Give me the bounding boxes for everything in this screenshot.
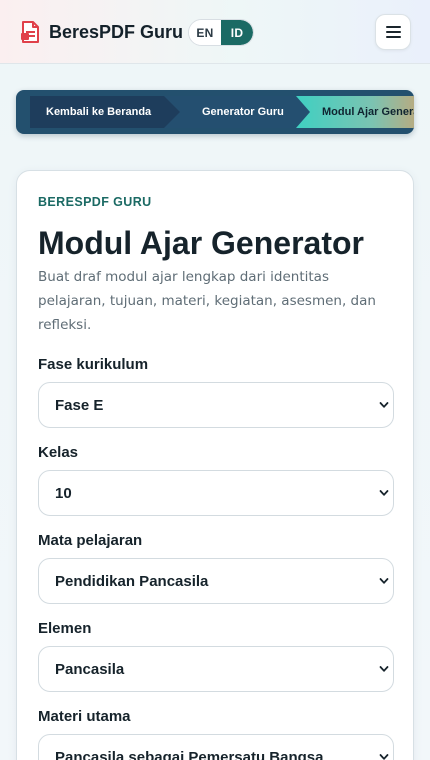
- chevron-down-icon: [379, 754, 389, 760]
- page-description: Buat draf modul ajar lengkap dari identi…: [38, 269, 376, 333]
- elemen-select[interactable]: Pancasila: [38, 646, 394, 692]
- materi-select-value: Pancasila sebagai Pemersatu Bangsa: [55, 748, 324, 760]
- materi-label: Materi utama: [38, 708, 131, 725]
- chevron-down-icon: [379, 666, 389, 672]
- hamburger-menu-icon-line: [385, 36, 401, 38]
- pdf-file-icon[interactable]: [20, 21, 40, 43]
- kelas-label: Kelas: [38, 444, 79, 461]
- menu-button[interactable]: [375, 14, 411, 50]
- breadcrumb: Kembali ke Beranda Generator Guru Modul …: [16, 90, 414, 134]
- lang-id-button[interactable]: ID: [221, 20, 253, 45]
- card-eyebrow: BERESPDF GURU: [38, 195, 152, 209]
- mapel-select[interactable]: Pendidikan Pancasila: [38, 558, 394, 604]
- kelas-select[interactable]: 10: [38, 470, 394, 516]
- chevron-down-icon: [379, 490, 389, 496]
- fase-label: Fase kurikulum: [38, 356, 149, 373]
- language-switch: EN ID: [188, 19, 254, 46]
- app-header: BeresPDF Guru EN ID: [0, 0, 430, 64]
- fase-select[interactable]: Fase E: [38, 382, 394, 428]
- page-title: Modul Ajar Generator: [38, 225, 364, 261]
- brand-name[interactable]: BeresPDF Guru: [49, 21, 183, 43]
- breadcrumb-generator-guru-link[interactable]: Generator Guru: [164, 96, 324, 128]
- chevron-down-icon: [379, 402, 389, 408]
- mapel-label: Mata pelajaran: [38, 532, 143, 549]
- lang-en-button[interactable]: EN: [189, 20, 221, 45]
- fase-select-value: Fase E: [55, 396, 104, 414]
- generator-card: BERESPDF GURU Modul Ajar Generator Buat …: [16, 170, 414, 760]
- elemen-label: Elemen: [38, 620, 92, 637]
- kelas-select-value: 10: [55, 484, 72, 502]
- chevron-down-icon: [379, 578, 389, 584]
- breadcrumb-current-page: Modul Ajar Generator: [296, 96, 414, 128]
- materi-select[interactable]: Pancasila sebagai Pemersatu Bangsa: [38, 734, 394, 760]
- elemen-select-value: Pancasila: [55, 660, 125, 678]
- hamburger-menu-icon: [385, 26, 401, 28]
- mapel-select-value: Pendidikan Pancasila: [55, 572, 209, 590]
- hamburger-menu-icon-line: [385, 31, 401, 33]
